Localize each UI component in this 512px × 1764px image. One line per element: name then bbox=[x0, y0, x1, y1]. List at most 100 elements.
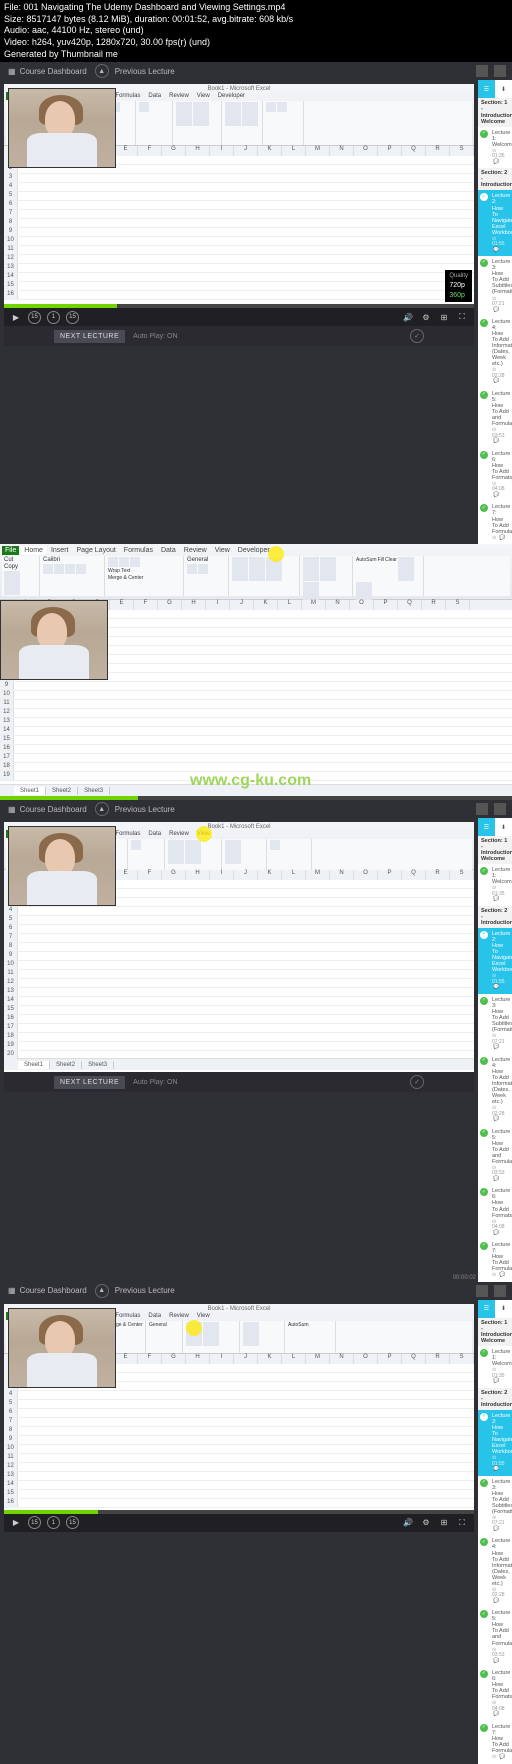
next-lecture-button-3[interactable]: NEXT LECTURE bbox=[54, 1076, 125, 1089]
volume-icon[interactable]: 🔊 bbox=[402, 311, 414, 323]
lecture-item[interactable]: ✓Lecture 5: How To Add and Formulae⊙ 03:… bbox=[478, 1607, 512, 1667]
autoplay-toggle[interactable]: Auto Play: ON bbox=[133, 333, 177, 340]
lecture-item[interactable]: ✓Lecture 2: How To Navigate Excel Workbo… bbox=[478, 928, 512, 994]
playback-speed[interactable]: 1 bbox=[47, 311, 60, 324]
lecture-item[interactable]: ✓Lecture 1: Welcome⊙ 01:35 💬 bbox=[478, 864, 512, 906]
prev-seek-icon[interactable]: ▲ bbox=[95, 64, 109, 78]
lecture-item[interactable]: ✓Lecture 2: How To Navigate Excel Workbo… bbox=[478, 190, 512, 256]
meta-audio: Audio: aac, 44100 Hz, stereo (und) bbox=[4, 25, 508, 37]
section-header: Section: 2 - Introduction bbox=[478, 168, 512, 190]
course-dashboard-link[interactable]: ▦ Course Dashboard bbox=[0, 67, 95, 76]
sheet-tabs-bar: Sheet1 Sheet2 Sheet3 bbox=[0, 784, 512, 796]
course-topbar-3: ▦ Course Dashboard ▲ Previous Lecture bbox=[0, 800, 512, 818]
lecture-item[interactable]: ✓Lecture 1: Welcome⊙ 01:35 💬 bbox=[478, 127, 512, 169]
lecture-item[interactable]: ✓Lecture 7: How To Add Formula⊙ 💬 bbox=[478, 1721, 512, 1764]
excel-window-full: File Home Insert Page Layout Formulas Da… bbox=[0, 544, 512, 800]
video-area-4: Book1 - Microsoft Excel File Home Insert… bbox=[0, 1300, 478, 1764]
settings-icon[interactable]: ⚙ bbox=[420, 311, 432, 323]
thumbnail-panel-1: ▦ Course Dashboard ▲ Previous Lecture Bo… bbox=[0, 62, 512, 544]
video-area-3: Book1 - Microsoft Excel File Home Insert… bbox=[0, 818, 478, 1282]
fullscreen-icon[interactable]: ⛶ bbox=[456, 311, 468, 323]
check-icon: ✓ bbox=[480, 1349, 488, 1357]
video-progress-4[interactable] bbox=[4, 1510, 474, 1514]
excel-ribbon-2: File Home Insert Page Layout Formulas Da… bbox=[0, 544, 512, 600]
video-frame[interactable]: Book1 - Microsoft Excel File Home Insert… bbox=[4, 84, 474, 304]
play-button[interactable]: ▶ bbox=[10, 311, 22, 323]
video-controls-4: ▶ 15 1 15 🔊 ⚙ ⊞ ⛶ bbox=[4, 1514, 474, 1532]
sidebar-tab-list-3[interactable]: ☰ bbox=[478, 818, 495, 836]
volume-icon-4[interactable]: 🔊 bbox=[402, 1517, 414, 1529]
next-lecture-button[interactable]: NEXT LECTURE bbox=[54, 330, 125, 343]
play-button-4[interactable]: ▶ bbox=[10, 1517, 22, 1529]
check-icon: ✓ bbox=[480, 867, 488, 875]
section-header: Section: 2 - Introduction bbox=[478, 906, 512, 928]
check-icon: ✓ bbox=[480, 504, 488, 512]
course-dashboard-link-3[interactable]: ▦ Course Dashboard bbox=[0, 805, 95, 814]
lecture-item[interactable]: ✓Lecture 7: How To Add Formula⊙ 💬 bbox=[478, 1239, 512, 1282]
course-sidebar-4: ☰ ⬇ Section: 1 - Introduction Welcome✓Le… bbox=[478, 1300, 512, 1764]
video-controls: ▶ 15 1 15 🔊 ⚙ ⊞ ⛶ bbox=[4, 308, 474, 326]
sheet-tab-1[interactable]: Sheet1 bbox=[14, 787, 46, 795]
quality-720p[interactable]: 720p bbox=[449, 281, 468, 291]
lecture-item[interactable]: ✓Lecture 5: How To Add and Formulae⊙ 03:… bbox=[478, 1126, 512, 1186]
sheet-tab-3[interactable]: Sheet3 bbox=[78, 787, 110, 795]
timestamp: 00:00:02 bbox=[453, 1275, 476, 1281]
lecture-item[interactable]: ✓Lecture 4: How To Add Information (Date… bbox=[478, 1054, 512, 1126]
thumbnail-panel-3: ▦ Course Dashboard ▲ Previous Lecture Bo… bbox=[0, 800, 512, 1282]
lecture-item[interactable]: ✓Lecture 3: How To Add Subtitles (Format… bbox=[478, 256, 512, 316]
tab-data[interactable]: Data bbox=[145, 92, 164, 100]
sidebar-tab-download[interactable]: ⬇ bbox=[495, 80, 512, 98]
tab-formulas[interactable]: Formulas bbox=[112, 92, 143, 100]
lecture-item[interactable]: ✓Lecture 6: How To Add Formats⊙ 04:08 💬 bbox=[478, 1667, 512, 1721]
cursor-highlight-4 bbox=[186, 1320, 202, 1336]
previous-lecture-link[interactable]: Previous Lecture bbox=[109, 67, 181, 76]
check-icon: ✓ bbox=[480, 997, 488, 1005]
complete-check-3[interactable]: ✓ bbox=[410, 1075, 424, 1089]
lecture-item[interactable]: ✓Lecture 4: How To Add Information (Date… bbox=[478, 316, 512, 388]
tab-view[interactable]: View bbox=[194, 92, 213, 100]
prev-seek-icon-3[interactable]: ▲ bbox=[95, 802, 109, 816]
fullscreen-icon-4[interactable]: ⛶ bbox=[456, 1517, 468, 1529]
meta-video: Video: h264, yuv420p, 1280x720, 30.00 fp… bbox=[4, 37, 508, 49]
rewind-15[interactable]: 15 bbox=[28, 311, 41, 324]
excel-grid[interactable]: ABCDEFGHIJKLMNOPQRS 12345678910111213141… bbox=[4, 146, 474, 304]
lecture-item[interactable]: ✓Lecture 5: How To Add and Formulae⊙ 03:… bbox=[478, 388, 512, 448]
video-progress[interactable] bbox=[4, 304, 474, 308]
lecture-item[interactable]: ✓Lecture 4: How To Add Information (Date… bbox=[478, 1535, 512, 1607]
check-icon: ✓ bbox=[480, 451, 488, 459]
check-icon: ✓ bbox=[480, 1479, 488, 1487]
lecture-item[interactable]: ✓Lecture 2: How To Navigate Excel Workbo… bbox=[478, 1410, 512, 1476]
lecture-item[interactable]: ✓Lecture 7: How To Add Formula⊙ 💬 bbox=[478, 501, 512, 544]
quality-360p[interactable]: 360p bbox=[449, 291, 468, 301]
check-icon: ✓ bbox=[480, 1188, 488, 1196]
topbar-icon-2[interactable] bbox=[494, 65, 506, 77]
check-icon: ✓ bbox=[480, 1724, 488, 1732]
video-frame-3[interactable]: Book1 - Microsoft Excel File Home Insert… bbox=[4, 822, 474, 1072]
check-icon: ✓ bbox=[480, 391, 488, 399]
settings-icon-4[interactable]: ⚙ bbox=[420, 1517, 432, 1529]
cc-icon-4[interactable]: ⊞ bbox=[438, 1517, 450, 1529]
presenter-webcam-3 bbox=[8, 826, 116, 906]
tab-developer[interactable]: Developer bbox=[215, 92, 248, 100]
lecture-item[interactable]: ✓Lecture 3: How To Add Subtitles (Format… bbox=[478, 994, 512, 1054]
sheet-tab-2[interactable]: Sheet2 bbox=[46, 787, 78, 795]
presenter-webcam bbox=[8, 88, 116, 168]
paste-button-2[interactable] bbox=[4, 571, 20, 595]
sidebar-tab-list[interactable]: ☰ bbox=[478, 80, 495, 98]
lecture-item[interactable]: ✓Lecture 6: How To Add Formats⊙ 04:08 💬 bbox=[478, 1185, 512, 1239]
course-topbar-4: ▦ Course Dashboard ▲ Previous Lecture bbox=[0, 1282, 512, 1300]
complete-check[interactable]: ✓ bbox=[410, 329, 424, 343]
lecture-item[interactable]: ✓Lecture 6: How To Add Formats⊙ 04:08 💬 bbox=[478, 448, 512, 502]
cc-icon[interactable]: ⊞ bbox=[438, 311, 450, 323]
tab-review[interactable]: Review bbox=[166, 92, 192, 100]
check-icon: ✓ bbox=[480, 1610, 488, 1618]
sidebar-tab-download-3[interactable]: ⬇ bbox=[495, 818, 512, 836]
quality-menu[interactable]: Quality 720p 360p bbox=[445, 270, 472, 302]
lecture-item[interactable]: ✓Lecture 1: Welcome⊙ 01:35 💬 bbox=[478, 1346, 512, 1388]
video-frame-4[interactable]: Book1 - Microsoft Excel File Home Insert… bbox=[4, 1304, 474, 1510]
lecture-item[interactable]: ✓Lecture 3: How To Add Subtitles (Format… bbox=[478, 1476, 512, 1536]
thumbnail-panel-2: File Home Insert Page Layout Formulas Da… bbox=[0, 544, 512, 800]
topbar-icon-1[interactable] bbox=[476, 65, 488, 77]
forward-15[interactable]: 15 bbox=[66, 311, 79, 324]
previous-lecture-link-3[interactable]: Previous Lecture bbox=[109, 805, 181, 814]
